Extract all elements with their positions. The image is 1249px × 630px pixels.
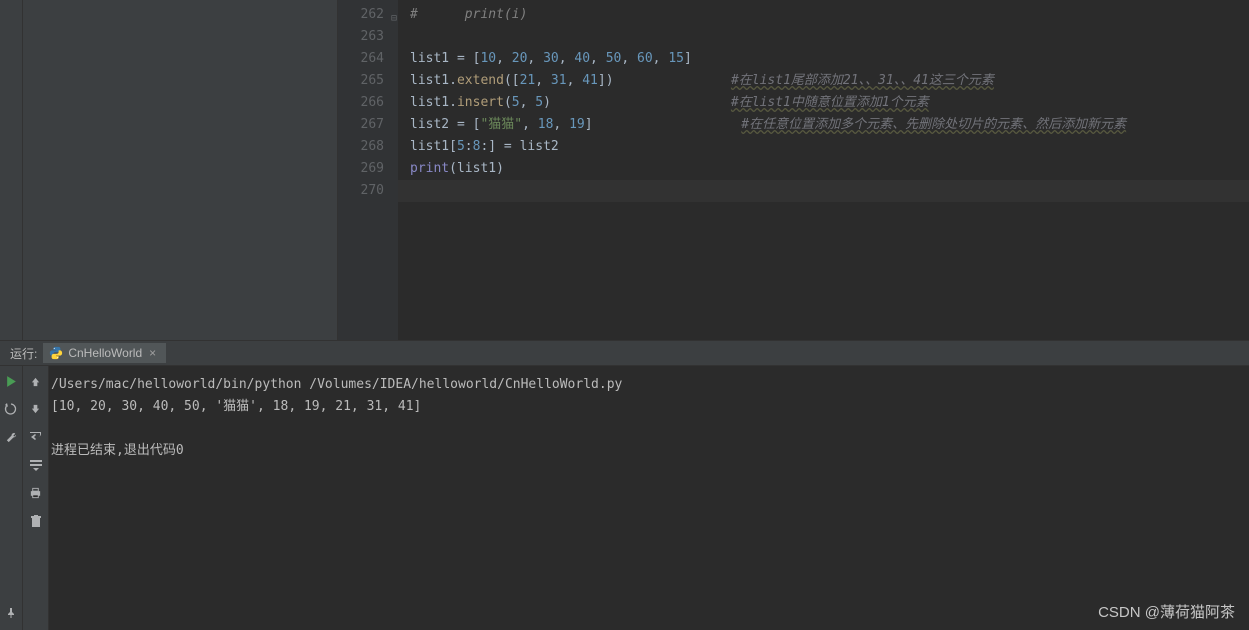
code-line xyxy=(398,180,1249,202)
python-icon xyxy=(49,346,63,360)
code-line: # print(i) xyxy=(398,4,1249,26)
code-line: list1.extend([21, 31, 41]) #在list1尾部添加21… xyxy=(398,70,1249,92)
line-number: 265 xyxy=(338,70,398,92)
line-number: 267 xyxy=(338,114,398,136)
close-icon[interactable]: × xyxy=(149,346,156,360)
code-line: list1 = [10, 20, 30, 40, 50, 60, 15] xyxy=(398,48,1249,70)
line-number: 262 xyxy=(361,7,384,22)
line-number: 268 xyxy=(338,136,398,158)
rerun-button[interactable] xyxy=(2,372,20,390)
project-panel xyxy=(23,0,338,340)
soft-wrap-icon[interactable] xyxy=(27,428,45,446)
line-gutter: 262⊟ 263 264 265 266 267 268 269 270 xyxy=(338,0,398,340)
run-header: 运行: CnHelloWorld × xyxy=(0,341,1249,366)
run-tab[interactable]: CnHelloWorld × xyxy=(43,343,166,363)
up-icon[interactable] xyxy=(27,372,45,390)
trash-icon[interactable] xyxy=(27,512,45,530)
run-toolbar-1 xyxy=(0,366,23,630)
code-line: print(list1) xyxy=(398,158,1249,180)
scroll-to-end-icon[interactable] xyxy=(27,456,45,474)
line-number: 264 xyxy=(338,48,398,70)
run-tab-label: CnHelloWorld xyxy=(68,346,142,360)
run-panel: 运行: CnHelloWorld × xyxy=(0,340,1249,630)
line-number: 263 xyxy=(338,26,398,48)
wrench-icon[interactable] xyxy=(2,428,20,446)
pin-icon[interactable] xyxy=(2,604,20,622)
stop-button[interactable] xyxy=(2,400,20,418)
console-line: /Users/mac/helloworld/bin/python /Volume… xyxy=(51,374,1247,396)
code-line: list2 = ["猫猫", 18, 19] #在任意位置添加多个元素、先删除处… xyxy=(398,114,1249,136)
run-toolbar-2 xyxy=(23,366,49,630)
line-number: 270 xyxy=(338,180,398,202)
code-editor[interactable]: # print(i) list1 = [10, 20, 30, 40, 50, … xyxy=(398,0,1249,340)
print-icon[interactable] xyxy=(27,484,45,502)
code-line: list1.insert(5, 5) #在list1中随意位置添加1个元素 xyxy=(398,92,1249,114)
code-line: list1[5:8:] = list2 xyxy=(398,136,1249,158)
run-label: 运行: xyxy=(4,345,43,362)
left-gutter xyxy=(0,0,23,340)
console-line: 进程已结束,退出代码0 xyxy=(51,440,1247,462)
console-output[interactable]: /Users/mac/helloworld/bin/python /Volume… xyxy=(49,366,1249,630)
code-line xyxy=(398,26,1249,48)
down-icon[interactable] xyxy=(27,400,45,418)
console-line: [10, 20, 30, 40, 50, '猫猫', 18, 19, 21, 3… xyxy=(51,396,1247,418)
watermark: CSDN @薄荷猫阿茶 xyxy=(1098,601,1235,622)
line-number: 269 xyxy=(338,158,398,180)
line-number: 266 xyxy=(338,92,398,114)
